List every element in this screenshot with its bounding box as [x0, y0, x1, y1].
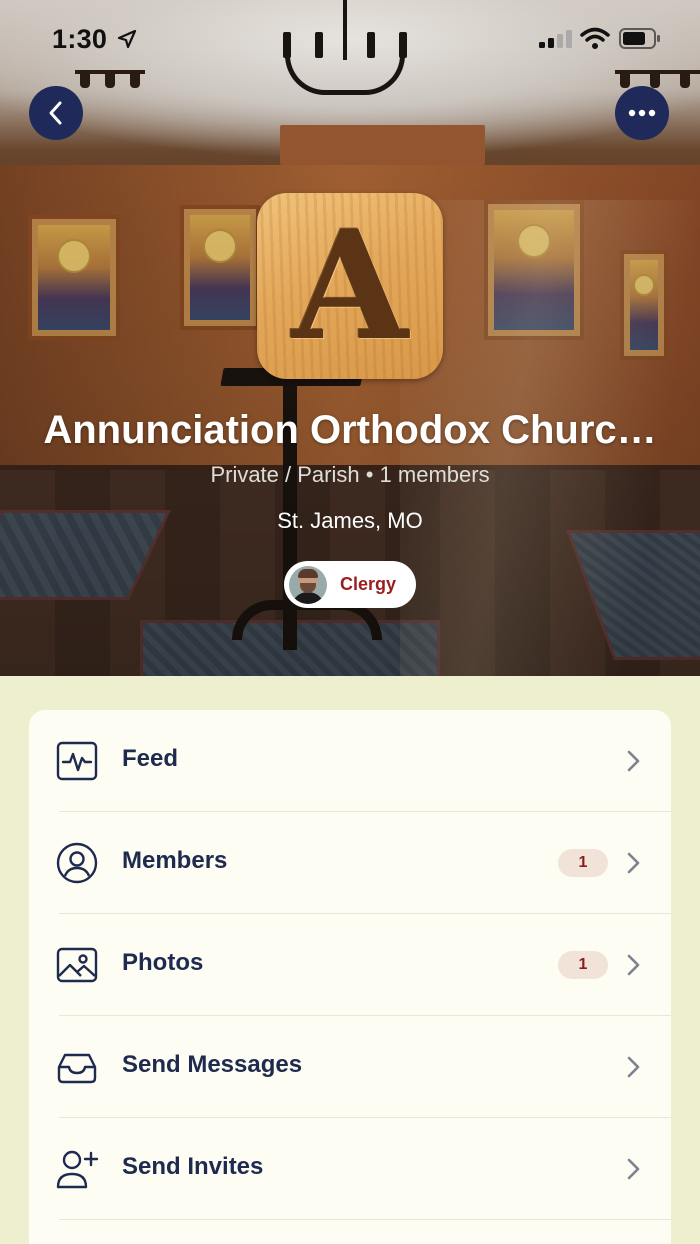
- location-arrow-icon: [117, 29, 137, 49]
- group-logo-letter: A: [291, 198, 409, 374]
- photo-icon: [56, 947, 98, 983]
- chevron-right-icon: [627, 1158, 640, 1180]
- menu-item-members[interactable]: Members 1: [29, 812, 671, 914]
- group-logo: A: [257, 193, 443, 379]
- battery-icon: [619, 28, 660, 49]
- menu-item-photos[interactable]: Photos 1: [29, 914, 671, 1016]
- inbox-icon: [57, 1053, 97, 1084]
- menu-item-label: Send Messages: [122, 1051, 303, 1078]
- chevron-right-icon: [627, 954, 640, 976]
- menu-item-label: Feed: [122, 745, 179, 772]
- avatar: [289, 565, 327, 604]
- group-name: Annunciation Orthodox Churc…: [43, 408, 657, 452]
- role-chip[interactable]: Clergy: [284, 561, 416, 608]
- group-meta: Private / Parish • 1 members: [210, 462, 490, 487]
- cellular-signal-icon: [539, 30, 572, 48]
- count-badge: 1: [558, 951, 608, 979]
- menu-item-send-invites[interactable]: Send Invites: [29, 1118, 671, 1220]
- menu-item-send-messages[interactable]: Send Messages: [29, 1016, 671, 1118]
- menu-item-label: Send Invites: [122, 1153, 264, 1180]
- count-badge: 1: [558, 849, 608, 877]
- activity-icon: [56, 741, 98, 781]
- back-button[interactable]: [29, 86, 83, 140]
- user-circle-icon: [56, 842, 98, 884]
- chevron-right-icon: [627, 750, 640, 772]
- chevron-left-icon: [49, 101, 62, 125]
- chevron-right-icon: [627, 852, 640, 874]
- menu-item-label: Members: [122, 847, 228, 874]
- user-plus-icon: [56, 1150, 99, 1189]
- group-menu: Feed Members 1 Photos 1 Send Messages Se…: [29, 710, 671, 1244]
- status-time: 1:30: [52, 24, 108, 54]
- role-label: Clergy: [340, 574, 397, 594]
- ellipsis-icon: [628, 109, 656, 117]
- wifi-icon: [580, 27, 610, 49]
- more-options-button[interactable]: [615, 86, 669, 140]
- menu-item-feed[interactable]: Feed: [29, 710, 671, 812]
- menu-item-label: Photos: [122, 949, 204, 976]
- chevron-right-icon: [627, 1056, 640, 1078]
- group-location: St. James, MO: [277, 508, 423, 533]
